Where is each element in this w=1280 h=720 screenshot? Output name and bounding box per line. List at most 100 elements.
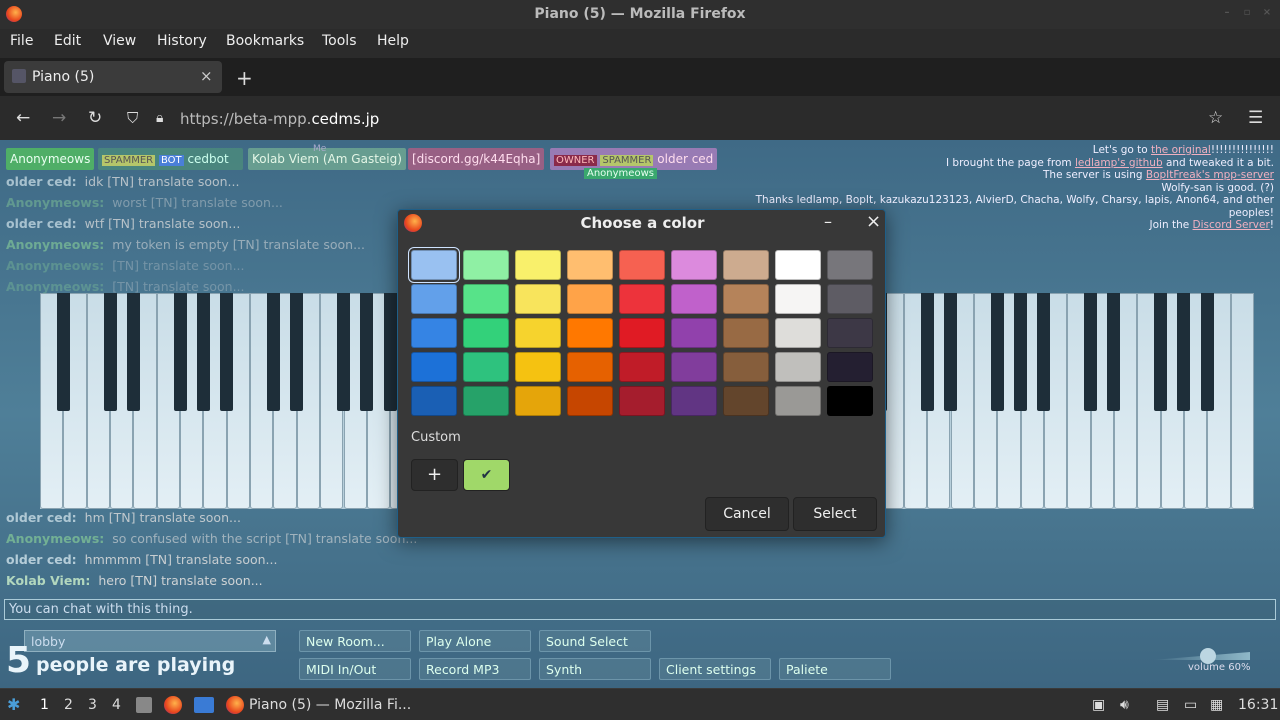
- color-swatch[interactable]: [515, 250, 561, 280]
- server-link[interactable]: BopItFreak's mpp-server: [1146, 169, 1274, 181]
- color-swatch[interactable]: [827, 318, 873, 348]
- lock-icon[interactable]: 🔒︎: [156, 110, 163, 126]
- terminal-icon[interactable]: [194, 697, 214, 713]
- start-menu-icon[interactable]: ✱: [7, 695, 20, 714]
- color-swatch[interactable]: [827, 352, 873, 382]
- color-swatch[interactable]: [515, 284, 561, 314]
- app-menu-icon[interactable]: ☰: [1248, 108, 1263, 128]
- menu-view[interactable]: View: [103, 33, 136, 49]
- workspace-1[interactable]: 1: [40, 697, 49, 713]
- color-swatch[interactable]: [723, 318, 769, 348]
- user-tag-cedbot[interactable]: SPAMMER BOT cedbot: [98, 148, 243, 170]
- black-key[interactable]: [944, 293, 957, 411]
- color-swatch[interactable]: [827, 284, 873, 314]
- black-key[interactable]: [920, 293, 934, 411]
- user-tag-discord[interactable]: [discord.gg/k44Eqha]: [408, 148, 545, 170]
- color-swatch[interactable]: [671, 352, 717, 382]
- volume-icon[interactable]: 🔊︎: [1120, 697, 1129, 713]
- color-swatch[interactable]: [775, 250, 821, 280]
- color-swatch[interactable]: [671, 386, 717, 416]
- color-swatch[interactable]: [775, 386, 821, 416]
- black-key[interactable]: [1014, 293, 1028, 411]
- add-custom-color-button[interactable]: +: [411, 459, 458, 491]
- color-swatch[interactable]: [619, 352, 665, 382]
- menu-edit[interactable]: Edit: [54, 33, 81, 49]
- color-swatch[interactable]: [515, 386, 561, 416]
- github-link[interactable]: ledlamp's github: [1075, 157, 1163, 169]
- tab-piano[interactable]: Piano (5) ×: [4, 61, 222, 93]
- new-room-button[interactable]: New Room...: [299, 630, 411, 652]
- color-swatch[interactable]: [775, 284, 821, 314]
- palette-button[interactable]: Paliete: [779, 658, 891, 680]
- minimize-window-icon[interactable]: –: [1222, 8, 1232, 18]
- color-swatch[interactable]: [619, 250, 665, 280]
- workspace-2[interactable]: 2: [64, 697, 73, 713]
- color-swatch[interactable]: [463, 352, 509, 382]
- color-swatch[interactable]: [463, 386, 509, 416]
- menu-help[interactable]: Help: [377, 33, 409, 49]
- maximize-window-icon[interactable]: ▫: [1242, 8, 1252, 18]
- color-swatch[interactable]: [567, 352, 613, 382]
- black-key[interactable]: [1177, 293, 1191, 411]
- color-swatch[interactable]: [671, 250, 717, 280]
- color-swatch[interactable]: [411, 284, 457, 314]
- original-link[interactable]: the original: [1151, 144, 1211, 156]
- user-tag-older-ced[interactable]: OWNER SPAMMER older ced: [550, 148, 718, 170]
- color-swatch[interactable]: [463, 250, 509, 280]
- black-key[interactable]: [1154, 293, 1168, 411]
- color-swatch[interactable]: [411, 386, 457, 416]
- firefox-launcher-icon[interactable]: [164, 696, 182, 714]
- color-swatch[interactable]: [567, 318, 613, 348]
- color-swatch[interactable]: [619, 386, 665, 416]
- color-swatch[interactable]: [567, 386, 613, 416]
- new-tab-button[interactable]: +: [236, 66, 253, 90]
- color-swatch[interactable]: [515, 318, 561, 348]
- black-key[interactable]: [990, 293, 1004, 411]
- url-bar[interactable]: https://beta-mpp.cedms.jp: [180, 110, 379, 128]
- custom-color-swatch[interactable]: ✔: [463, 459, 510, 491]
- reload-icon[interactable]: ↻: [88, 108, 102, 128]
- color-swatch[interactable]: [567, 250, 613, 280]
- black-key[interactable]: [1107, 293, 1121, 411]
- record-mp3-button[interactable]: Record MP3: [419, 658, 531, 680]
- taskbar-window-button[interactable]: Piano (5) — Mozilla Fi...: [249, 697, 411, 713]
- white-key[interactable]: [1230, 293, 1254, 509]
- color-swatch[interactable]: [723, 284, 769, 314]
- network-icon[interactable]: ▦: [1210, 697, 1223, 713]
- color-swatch[interactable]: [775, 352, 821, 382]
- color-swatch[interactable]: [723, 250, 769, 280]
- cancel-button[interactable]: Cancel: [705, 497, 789, 531]
- play-alone-button[interactable]: Play Alone: [419, 630, 531, 652]
- black-key[interactable]: [1200, 293, 1214, 411]
- color-swatch[interactable]: [411, 250, 457, 280]
- user-tag-kolab[interactable]: Kolab Viem (Am Gasteig): [248, 148, 406, 170]
- update-icon[interactable]: ▭: [1184, 697, 1197, 713]
- close-window-icon[interactable]: ×: [1262, 8, 1272, 18]
- black-key[interactable]: [1084, 293, 1098, 411]
- color-swatch[interactable]: [463, 284, 509, 314]
- tracking-shield-icon[interactable]: ⛉: [127, 109, 138, 127]
- room-select[interactable]: lobby ▲: [24, 630, 276, 652]
- color-swatch[interactable]: [411, 352, 457, 382]
- menu-tools[interactable]: Tools: [322, 33, 357, 49]
- file-manager-icon[interactable]: [136, 697, 152, 713]
- color-swatch[interactable]: [775, 318, 821, 348]
- color-swatch[interactable]: [671, 284, 717, 314]
- menu-bookmarks[interactable]: Bookmarks: [226, 33, 304, 49]
- tab-close-icon[interactable]: ×: [200, 67, 213, 85]
- chat-input[interactable]: You can chat with this thing.: [4, 599, 1276, 620]
- notifications-icon[interactable]: ▣: [1092, 697, 1105, 713]
- color-swatch[interactable]: [619, 318, 665, 348]
- color-swatch[interactable]: [723, 386, 769, 416]
- color-swatch[interactable]: [827, 386, 873, 416]
- color-swatch[interactable]: [567, 284, 613, 314]
- select-button[interactable]: Select: [793, 497, 877, 531]
- color-swatch[interactable]: [411, 318, 457, 348]
- clipboard-icon[interactable]: ▤: [1156, 697, 1169, 713]
- menu-file[interactable]: File: [10, 33, 33, 49]
- color-swatch[interactable]: [515, 352, 561, 382]
- color-swatch[interactable]: [619, 284, 665, 314]
- midi-button[interactable]: MIDI In/Out: [299, 658, 411, 680]
- black-key[interactable]: [1037, 293, 1051, 411]
- user-tag-anonymeows[interactable]: Anonymeows: [6, 148, 95, 170]
